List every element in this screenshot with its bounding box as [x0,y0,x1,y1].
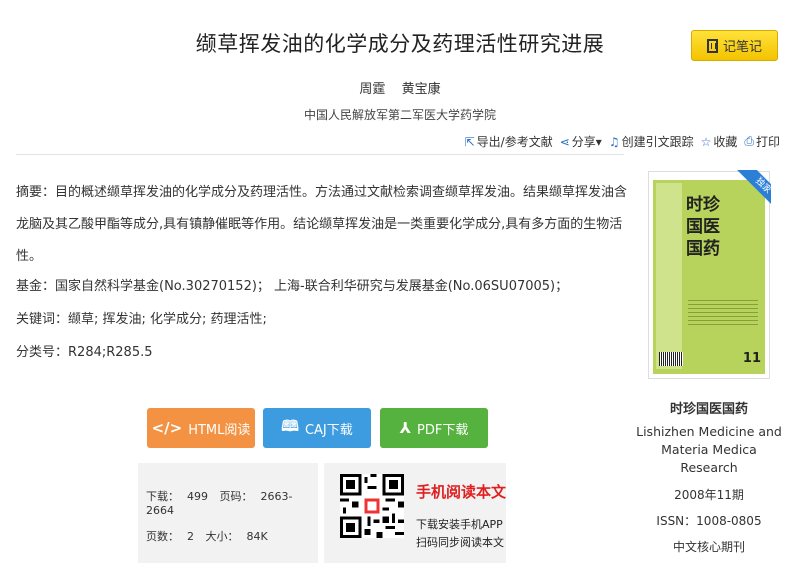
fund-label: 基金： [16,279,56,294]
abstract-text: 目的概述缬草挥发油的化学成分及药理活性。方法通过文献检索调查缬草挥发油。结果缬草… [16,185,628,264]
keywords-label: 关键词： [16,312,69,327]
classification-value: R284;R285.5 [68,345,153,360]
export-references-button[interactable]: ⇱ 导出/参考文献 [465,133,553,150]
book-icon: 🕮 [281,416,299,435]
abstract: 摘要：目的概述缬草挥发油的化学成分及药理活性。方法通过文献检索调查缬草挥发油。结… [16,177,636,273]
bell-icon: ♫ [608,134,620,149]
exclusive-ribbon: 独家 [727,170,771,214]
pdf-download-button[interactable]: ⅄ PDF下载 [380,408,488,448]
citation-tracking-button[interactable]: ♫ 创建引文跟踪 [609,133,694,150]
mobile-app-hint: 下载安装手机APP [416,518,503,531]
journal-issn: ISSN：1008-0805 [656,514,762,528]
abstract-label: 摘要： [16,185,56,200]
star-icon: ☆ [700,134,712,149]
pdf-icon: ⅄ [399,419,412,437]
cover-issue: 11 [742,351,761,366]
download-count: 499 [187,490,208,503]
page-count: 2 [187,530,194,543]
favorite-button[interactable]: ☆ 收藏 [701,133,738,150]
share-icon: ⋖ [559,134,570,149]
author-link[interactable]: 周霆 [359,82,385,97]
notebook-icon [706,38,718,53]
affiliation-link[interactable]: 中国人民解放军第二军医大学药学院 [0,106,800,123]
share-button[interactable]: ⋖ 分享▾ [560,133,602,150]
print-icon: ⎙ [744,134,754,148]
fund-value[interactable]: 国家自然科学基金(No.30270152)； 上海-联合利华研究与发展基金(No… [55,279,568,294]
file-info-panel: 下载： 499 页码： 2663-2664 页数： 2 大小： 84K [138,463,318,563]
article-toolbar: ⇱ 导出/参考文献 ⋖ 分享▾ ♫ 创建引文跟踪 ☆ 收藏 ⎙ 打印 [465,133,780,150]
download-page-info: 下载： 499 页码： 2663-2664 [146,490,293,517]
journal-issue-link[interactable]: 2008年11期 [636,486,782,503]
qr-code-icon[interactable] [340,474,404,538]
author-link[interactable]: 黄宝康 [402,82,441,97]
file-size: 84K [246,530,268,543]
fund-line: 基金：国家自然科学基金(No.30270152)； 上海-联合利华研究与发展基金… [16,275,568,294]
code-icon: </> [151,419,183,437]
article-title: 缬草挥发油的化学成分及药理活性研究进展 [195,32,605,56]
mobile-scan-hint: 扫码同步阅读本文 [416,536,504,549]
journal-english-name: Lishizhen Medicine and Materia Medica Re… [636,424,782,475]
print-button[interactable]: ⎙ 打印 [744,133,780,150]
mobile-reading-panel: 手机阅读本文 下载安装手机APP 扫码同步阅读本文 [324,463,506,563]
export-icon: ⇱ [464,134,475,149]
core-journal-badge: 中文核心期刊 [672,540,745,554]
cover-title: 时珍国医国药 [686,195,720,259]
barcode-icon [659,352,683,366]
keywords-line: 关键词：缬草; 挥发油; 化学成分; 药理活性; [16,308,267,327]
journal-name-link[interactable]: 时珍国医国药 [636,398,782,417]
author-list: 周霆 黄宝康 [0,78,800,97]
take-notes-button[interactable]: 记笔记 [691,30,778,61]
journal-cover[interactable]: 时珍国医国药 11 独家 [648,170,771,379]
header-divider [16,154,624,155]
classification-line: 分类号：R284;R285.5 [16,341,153,360]
classification-label: 分类号： [16,345,69,360]
keywords-value[interactable]: 缬草; 挥发油; 化学成分; 药理活性; [68,312,267,327]
take-notes-label: 记笔记 [722,40,762,55]
page-size-info: 页数： 2 大小： 84K [146,530,268,543]
html-read-button[interactable]: </> HTML阅读 [147,408,255,448]
mobile-read-title: 手机阅读本文 [416,483,507,501]
caj-download-button[interactable]: 🕮 CAJ下载 [263,408,371,448]
